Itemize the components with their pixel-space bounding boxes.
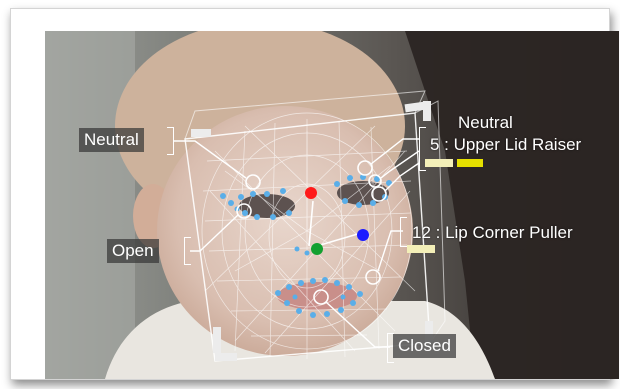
mouth-state-label: Open bbox=[107, 239, 159, 263]
face-tracking-view: Neutral Open Neutral 5 : Upper Lid Raise… bbox=[45, 31, 619, 379]
right-eye-state-label: Neutral bbox=[458, 113, 513, 132]
red-landmark bbox=[305, 187, 317, 199]
green-landmark bbox=[311, 243, 323, 255]
au5-intensity-bar-1 bbox=[425, 159, 453, 167]
lips-state-label: Closed bbox=[393, 334, 456, 358]
au12-intensity-bar-1 bbox=[407, 245, 435, 253]
left-eye-state-label: Neutral bbox=[79, 128, 144, 152]
screenshot-frame: Neutral Open Neutral 5 : Upper Lid Raise… bbox=[10, 8, 619, 380]
blue-landmark bbox=[357, 229, 369, 241]
au5-intensity-bar-2 bbox=[457, 159, 483, 167]
face-scene-graphics bbox=[45, 31, 619, 379]
au12-label: 12 : Lip Corner Puller bbox=[412, 223, 573, 242]
au5-label: 5 : Upper Lid Raiser bbox=[430, 135, 582, 154]
